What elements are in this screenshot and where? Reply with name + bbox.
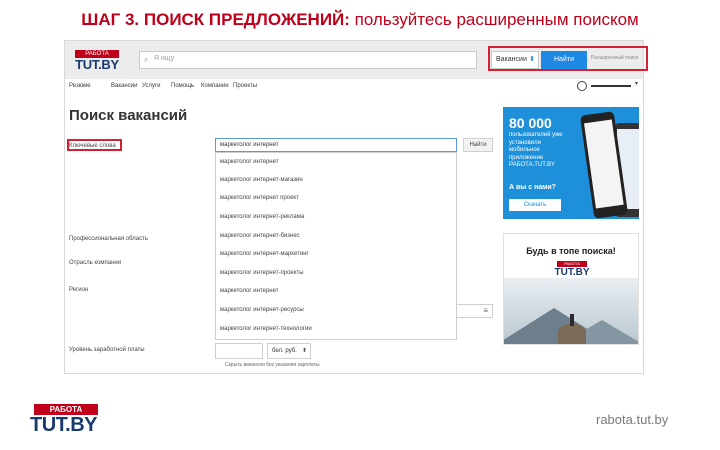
header-search-placeholder: Я ищу — [154, 55, 175, 62]
highlight-keywords — [67, 139, 122, 151]
suggestion-item[interactable]: маркетолог интернет-технологии — [220, 326, 312, 332]
suggestion-item[interactable]: маркетолог интернет — [220, 159, 279, 165]
user-menu[interactable]: ▾ — [577, 80, 641, 92]
industry-label: Отрасль компании — [69, 260, 122, 266]
currency-select[interactable]: бел. руб. ⬍ — [267, 343, 311, 359]
suggestion-item[interactable]: маркетолог интернет-реклама — [220, 214, 304, 220]
suggestion-item[interactable]: маркетолог интернет-ресурсы — [220, 307, 304, 313]
banner-logo: РАБОТА TUT.BY — [550, 261, 594, 281]
app-download-button[interactable]: Скачать — [509, 199, 561, 211]
site-logo[interactable]: РАБОТА TUT.BY — [69, 50, 125, 72]
top-search-banner-title: Будь в топе поиска! — [526, 246, 616, 256]
slide: ШАГ 3. ПОИСК ПРЕДЛОЖЕНИЙ: пользуйтесь ра… — [0, 0, 720, 450]
suggestion-item[interactable]: маркетолог интернет-магазин — [220, 177, 303, 183]
logo-label-main: TUT.BY — [30, 414, 98, 436]
keywords-input[interactable]: маркетолог интернет — [215, 138, 457, 152]
slide-title-bold: ШАГ 3. ПОИСК ПРЕДЛОЖЕНИЙ: — [81, 10, 350, 29]
header-search-input[interactable]: ⌕ Я ищу — [139, 51, 477, 69]
website-screenshot: РАБОТА TUT.BY ⌕ Я ищу Вакансии ⬍ Найти Р… — [64, 40, 644, 374]
site-url: rabota.tut.by — [596, 412, 669, 427]
suggestion-item[interactable]: маркетолог интернет-маркетинг — [220, 251, 309, 257]
top-search-banner[interactable]: Будь в топе поиска! РАБОТА TUT.BY — [503, 233, 639, 345]
nav-item-companies[interactable]: Компании — [201, 83, 229, 89]
nav-item-resume[interactable]: Резюме — [69, 83, 91, 89]
logo-label-main: TUT.BY — [75, 57, 119, 72]
app-banner-number: 80 000 — [509, 115, 552, 131]
region-label: Регион — [69, 287, 89, 293]
currency-value: бел. руб. — [272, 348, 297, 354]
footer-logo: РАБОТА TUT.BY — [30, 404, 114, 436]
prof-area-label: Профессиональная область — [69, 236, 149, 242]
chevron-down-icon: ▾ — [635, 81, 639, 87]
page-title: Поиск вакансий — [69, 107, 188, 124]
app-banner[interactable]: 80 000 пользователей уже установили моби… — [503, 107, 639, 219]
avatar-icon — [577, 81, 587, 91]
suggestion-item[interactable]: маркетолог интернет-бизнес — [220, 233, 300, 239]
app-banner-question: А вы с нами? — [509, 184, 556, 191]
slide-title: ШАГ 3. ПОИСК ПРЕДЛОЖЕНИЙ: пользуйтесь ра… — [0, 10, 720, 30]
mountain-image — [504, 278, 638, 344]
salary-input[interactable] — [215, 343, 263, 359]
app-banner-text: пользователей уже установили мобильное п… — [509, 132, 563, 169]
logo-label-main: TUT.BY — [554, 267, 590, 278]
salary-label: Уровень заработной платы — [69, 347, 145, 353]
chevron-down-icon: ⬍ — [301, 348, 307, 354]
search-icon: ⌕ — [144, 55, 149, 64]
suggestions-dropdown: маркетолог интернет маркетолог интернет-… — [215, 152, 457, 340]
user-name — [591, 85, 631, 87]
salary-hint-checkbox[interactable]: Скрыть вакансии без указания зарплаты — [225, 362, 320, 368]
highlight-header-search — [488, 46, 648, 71]
suggestion-item[interactable]: маркетолог интернет-проекты — [220, 270, 304, 276]
nav-item-help[interactable]: Помощь — [171, 83, 194, 89]
nav-item-vacancies[interactable]: Вакансии — [111, 83, 137, 89]
nav-item-projects[interactable]: Проекты — [233, 83, 257, 89]
region-list-button[interactable]: ≡ — [457, 304, 493, 318]
list-icon: ≡ — [483, 306, 488, 315]
nav-item-services[interactable]: Услуги — [142, 83, 160, 89]
keywords-find-button[interactable]: Найти — [463, 138, 493, 152]
main-nav: Резюме Вакансии Услуги Помощь Компании П… — [65, 81, 643, 95]
suggestion-item[interactable]: маркетолог интернет проект — [220, 195, 299, 201]
suggestion-item[interactable]: маркетолог интернет — [220, 288, 279, 294]
slide-title-rest: пользуйтесь расширенным поиском — [349, 10, 639, 29]
